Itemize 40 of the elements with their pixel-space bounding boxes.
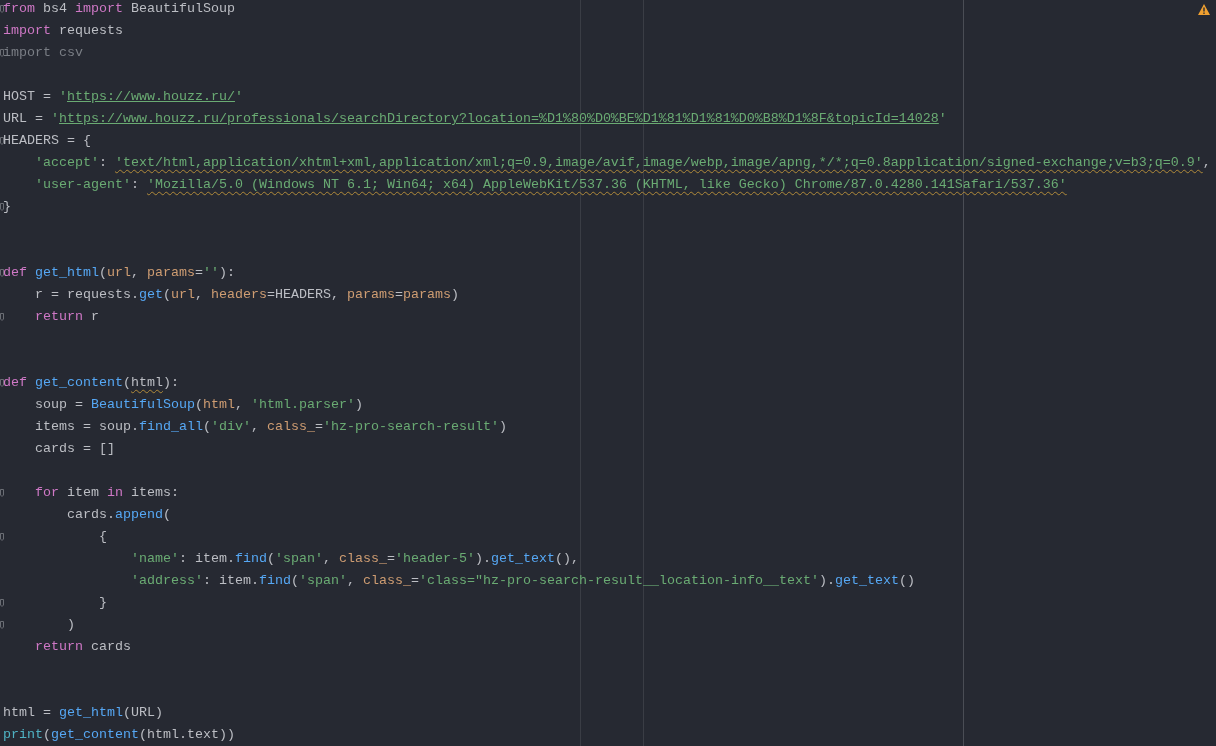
code-line: } bbox=[97, 594, 107, 612]
fold-marker-icon[interactable] bbox=[0, 599, 4, 607]
fold-marker-icon[interactable] bbox=[0, 5, 4, 13]
fold-marker-icon[interactable] bbox=[0, 137, 4, 145]
fold-marker-icon[interactable] bbox=[0, 269, 4, 277]
fold-marker-icon[interactable] bbox=[0, 313, 4, 321]
code-line: def get_html(url, params=''): bbox=[3, 264, 235, 282]
fold-marker-icon[interactable] bbox=[0, 489, 4, 497]
fold-marker-icon[interactable] bbox=[0, 621, 4, 629]
code-line: 'address': item.find('span', class_='class="hz-pro-search-result__location-info__text').get_text() bbox=[129, 572, 915, 590]
code-line: items = soup.find_all('div', calss_='hz-pro-search-result') bbox=[34, 418, 507, 436]
code-line: return cards bbox=[34, 638, 131, 656]
fold-marker-icon[interactable] bbox=[0, 533, 4, 541]
code-line: { bbox=[97, 528, 107, 546]
fold-marker-icon[interactable] bbox=[0, 49, 4, 57]
code-line: import requests bbox=[3, 22, 123, 40]
code-line: def get_content(html): bbox=[3, 374, 179, 392]
code-line: return r bbox=[34, 308, 99, 326]
code-line: soup = BeautifulSoup(html, 'html.parser') bbox=[34, 396, 363, 414]
code-line: import csv bbox=[3, 44, 83, 62]
code-line: URL = 'https://www.houzz.ru/professionals/searchDirectory?location=%D1%80%D0%BE%D1%81%D1%81%D0%B8%D1%8F&topicId=14028' bbox=[3, 110, 947, 128]
code-line: ) bbox=[66, 616, 75, 634]
code-line: HOST = 'https://www.houzz.ru/' bbox=[3, 88, 243, 106]
code-line: r = requests.get(url, headers=HEADERS, params=params) bbox=[34, 286, 459, 304]
code-line: print(get_content(html.text)) bbox=[3, 726, 235, 744]
code-line: cards = [] bbox=[34, 440, 115, 458]
url-link[interactable]: https://www.houzz.ru/professionals/searchDirectory?location=%D1%80%D0%BE%D1%81%D1%81%D0%B8%D1%8F&topicId=14028 bbox=[59, 111, 939, 126]
code-line: for item in items: bbox=[34, 484, 179, 502]
warning-icon[interactable] bbox=[1198, 4, 1210, 15]
code-line: 'accept': 'text/html,application/xhtml+xml,application/xml;q=0.9,image/avif,image/webp,image/apng,*/*;q=0.8application/signed-exchange;v=b3;q=0.9', bbox=[34, 154, 1211, 172]
code-line: from bs4 import BeautifulSoup bbox=[3, 0, 235, 18]
code-line: html = get_html(URL) bbox=[3, 704, 163, 722]
code-line: } bbox=[3, 198, 11, 216]
code-line: cards.append( bbox=[66, 506, 171, 524]
fold-marker-icon[interactable] bbox=[0, 379, 4, 387]
code-line: HEADERS = { bbox=[3, 132, 91, 150]
code-line: 'name': item.find('span', class_='header-5').get_text(), bbox=[129, 550, 579, 568]
code-line: 'user-agent': 'Mozilla/5.0 (Windows NT 6.1; Win64; x64) AppleWebKit/537.36 (KHTML, like Gecko) Chrome/87.0.4280.141Safari/537.36' bbox=[34, 176, 1067, 194]
fold-marker-icon[interactable] bbox=[0, 203, 4, 211]
url-link[interactable]: https://www.houzz.ru/ bbox=[67, 89, 235, 104]
